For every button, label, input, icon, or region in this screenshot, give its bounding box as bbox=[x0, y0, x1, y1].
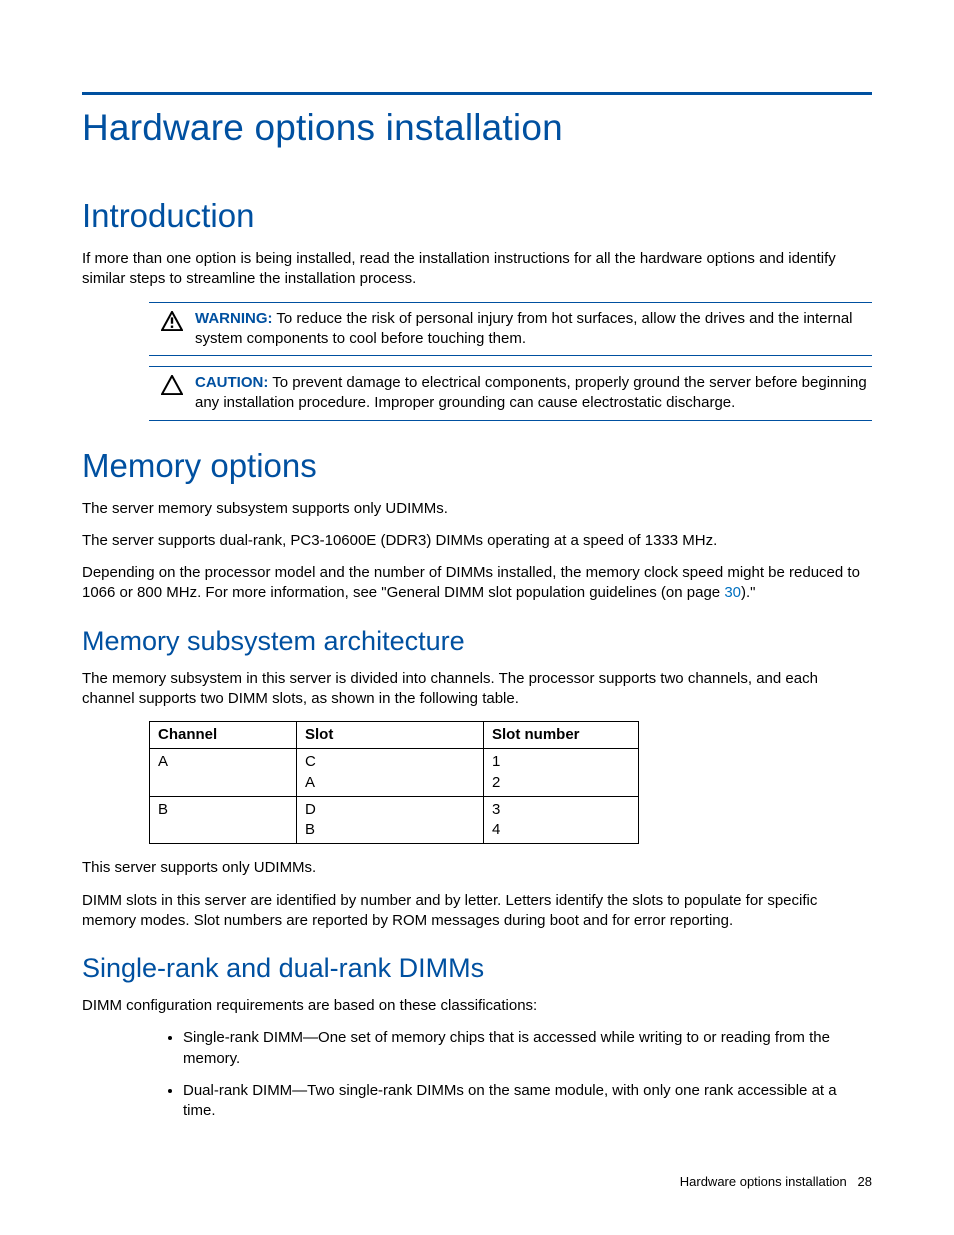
th-channel: Channel bbox=[150, 722, 297, 749]
memory-p3: Depending on the processor model and the… bbox=[82, 563, 872, 604]
memory-p2: The server supports dual-rank, PC3-10600… bbox=[82, 531, 872, 551]
cell-slot: C A bbox=[297, 749, 484, 797]
arch-after2: DIMM slots in this server are identified… bbox=[82, 891, 872, 932]
dimm-slot-table: Channel Slot Slot number A C A 1 2 B D B… bbox=[149, 721, 639, 844]
warning-icon bbox=[149, 309, 195, 350]
arch-intro: The memory subsystem in this server is d… bbox=[82, 669, 872, 710]
caution-icon bbox=[149, 373, 195, 414]
warning-text: To reduce the risk of personal injury fr… bbox=[195, 310, 853, 347]
warning-label: WARNING: bbox=[195, 310, 273, 327]
page-link-30[interactable]: 30 bbox=[724, 584, 741, 601]
arch-after1: This server supports only UDIMMs. bbox=[82, 858, 872, 878]
footer-page-number: 28 bbox=[858, 1174, 872, 1189]
ranks-list: Single-rank DIMM—One set of memory chips… bbox=[149, 1028, 872, 1121]
th-slot-number: Slot number bbox=[484, 722, 639, 749]
table-header-row: Channel Slot Slot number bbox=[150, 722, 639, 749]
caution-label: CAUTION: bbox=[195, 374, 268, 391]
cell-slot: D B bbox=[297, 796, 484, 844]
intro-paragraph: If more than one option is being install… bbox=[82, 249, 872, 290]
page-footer: Hardware options installation 28 bbox=[680, 1174, 872, 1189]
ranks-intro: DIMM configuration requirements are base… bbox=[82, 996, 872, 1016]
cell-channel: A bbox=[150, 749, 297, 797]
section-memory-arch: Memory subsystem architecture bbox=[82, 626, 872, 657]
caution-admonition: CAUTION: To prevent damage to electrical… bbox=[149, 366, 872, 421]
table-row: A C A 1 2 bbox=[150, 749, 639, 797]
section-introduction: Introduction bbox=[82, 197, 872, 235]
cell-slot-number: 1 2 bbox=[484, 749, 639, 797]
top-rule bbox=[82, 92, 872, 95]
list-item: Dual-rank DIMM—Two single-rank DIMMs on … bbox=[183, 1081, 872, 1122]
section-ranks: Single-rank and dual-rank DIMMs bbox=[82, 953, 872, 984]
cell-slot-number: 3 4 bbox=[484, 796, 639, 844]
footer-section: Hardware options installation bbox=[680, 1174, 847, 1189]
table-row: B D B 3 4 bbox=[150, 796, 639, 844]
cell-channel: B bbox=[150, 796, 297, 844]
page-title: Hardware options installation bbox=[82, 107, 872, 149]
section-memory-options: Memory options bbox=[82, 447, 872, 485]
memory-p3b: )." bbox=[741, 584, 756, 601]
memory-p1: The server memory subsystem supports onl… bbox=[82, 499, 872, 519]
caution-text: To prevent damage to electrical componen… bbox=[195, 374, 867, 411]
warning-admonition: WARNING: To reduce the risk of personal … bbox=[149, 302, 872, 357]
list-item: Single-rank DIMM—One set of memory chips… bbox=[183, 1028, 872, 1069]
th-slot: Slot bbox=[297, 722, 484, 749]
